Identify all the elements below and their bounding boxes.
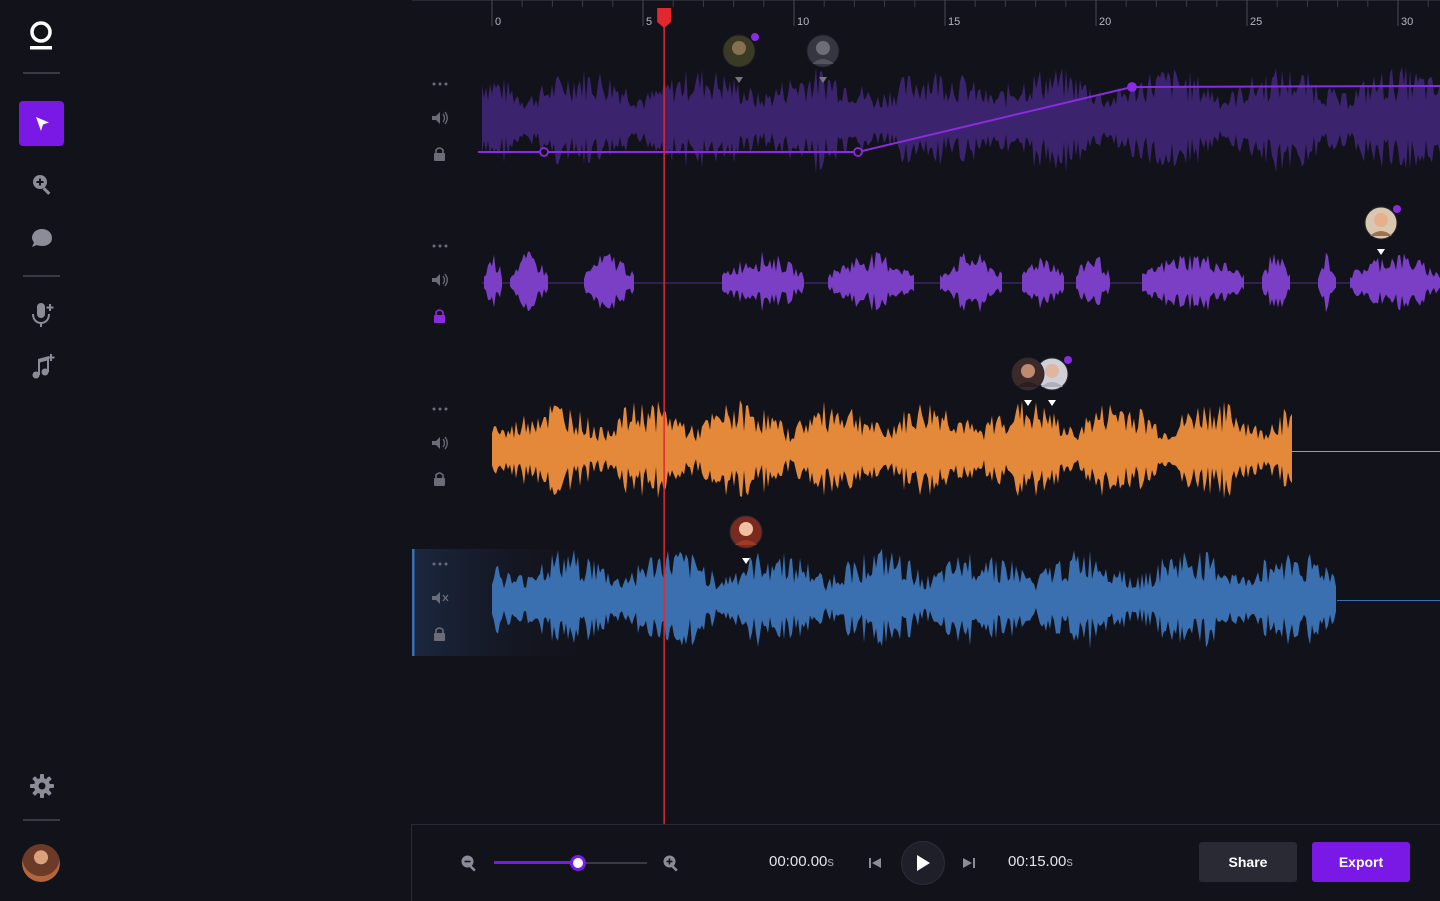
ruler-label: 20 [1099,16,1111,28]
track-2-waveform[interactable] [828,251,914,311]
export-button[interactable]: Export [1312,842,1410,882]
track-2-waveform[interactable] [1076,256,1110,306]
collaborator-avatar-face [732,41,746,55]
lock-icon[interactable] [434,472,445,486]
track-controls-4 [430,556,460,651]
online-indicator [1393,205,1401,213]
track-2-waveform[interactable] [1262,253,1290,308]
automation-point[interactable] [853,147,863,157]
timeline-canvas[interactable]: 0 5 10 15 20 25 30 [412,0,1440,824]
zoom-tool-button[interactable] [19,161,64,206]
zoom-out-icon[interactable] [460,854,478,872]
lock-icon[interactable] [434,627,445,641]
playhead-handle[interactable] [657,8,672,28]
track-controls-2 [430,238,460,333]
ruler-label: 30 [1401,16,1413,28]
more-options-icon[interactable] [432,562,448,566]
collaborator-avatar-face [1021,364,1035,378]
play-button[interactable] [901,841,945,885]
track-2-waveform[interactable] [510,251,548,312]
skip-forward-icon[interactable] [961,855,977,871]
zoom-slider-handle[interactable] [570,855,587,871]
volume-icon[interactable] [432,111,448,125]
track-2-waveform[interactable] [940,252,1002,313]
lock-icon-locked[interactable] [434,309,445,323]
add-music-button[interactable] [19,344,64,389]
comment-tool-button[interactable] [19,215,64,260]
microphone-add-icon [31,302,53,327]
zoom-slider-fill [494,861,579,864]
track-controls-1 [430,76,460,171]
ruler-label: 0 [495,16,501,28]
track-2-waveform[interactable] [584,253,634,309]
ruler-label: 5 [646,16,652,28]
skip-back-icon[interactable] [867,855,883,871]
total-time: 00:15.00s [1008,853,1073,870]
selected-track-indicator [412,549,415,656]
caret-down-icon [1377,249,1385,255]
ruler-label: 10 [797,16,809,28]
app-logo-icon[interactable] [28,20,54,52]
caret-down-icon [1048,400,1056,406]
caret-down-icon [742,558,750,564]
automation-point[interactable] [1127,82,1137,92]
transport-bar: 00:00.00s 00:15.00s Share Export [411,824,1440,901]
track-4-waveform[interactable] [492,548,1336,650]
zoom-in-icon[interactable] [662,854,680,872]
track-2-waveform[interactable] [1350,253,1440,311]
sidebar-divider [23,275,60,277]
gear-icon [29,773,54,798]
volume-muted-icon[interactable] [432,592,449,604]
track-3-waveform[interactable] [492,400,1292,499]
current-time: 00:00.00s [769,853,834,870]
track-controls-3 [430,401,460,496]
lock-icon[interactable] [434,147,445,161]
more-options-icon[interactable] [432,244,448,248]
track-2-waveform[interactable] [1318,252,1336,313]
more-options-icon[interactable] [432,407,448,411]
select-tool-button[interactable] [19,101,64,146]
ruler-label: 25 [1250,16,1262,28]
more-options-icon[interactable] [432,82,448,86]
track-2-waveform[interactable] [1142,254,1244,311]
volume-icon[interactable] [432,436,448,450]
collaborator-avatar-face [739,522,753,536]
collaborator-avatar-face [816,41,830,55]
sidebar-divider [23,819,60,821]
online-indicator [1064,356,1072,364]
caret-down-icon [735,77,743,83]
track-2-waveform[interactable] [1022,257,1064,309]
caret-down-icon [1024,400,1032,406]
play-icon [917,855,930,871]
collaborator-avatar-face [1374,213,1388,227]
cursor-arrow-icon [35,116,49,131]
user-avatar[interactable] [22,844,60,882]
sidebar [0,0,82,900]
share-button[interactable]: Share [1199,842,1297,882]
track-2-waveform[interactable] [484,254,502,308]
chat-bubble-icon [31,228,52,247]
ruler-label: 15 [948,16,960,28]
add-voice-button[interactable] [19,292,64,337]
collaborator-avatar-face [1045,364,1059,378]
volume-icon[interactable] [432,273,448,287]
settings-button[interactable] [19,763,64,808]
online-indicator [751,33,759,41]
music-note-add-icon [32,353,54,378]
automation-point[interactable] [539,147,549,157]
sidebar-divider [23,72,60,74]
zoom-in-icon [32,174,50,195]
track-1-waveform[interactable] [482,67,1440,174]
timeline[interactable]: 0 5 10 15 20 25 30 [412,0,1440,824]
track-2-waveform[interactable] [722,251,804,312]
